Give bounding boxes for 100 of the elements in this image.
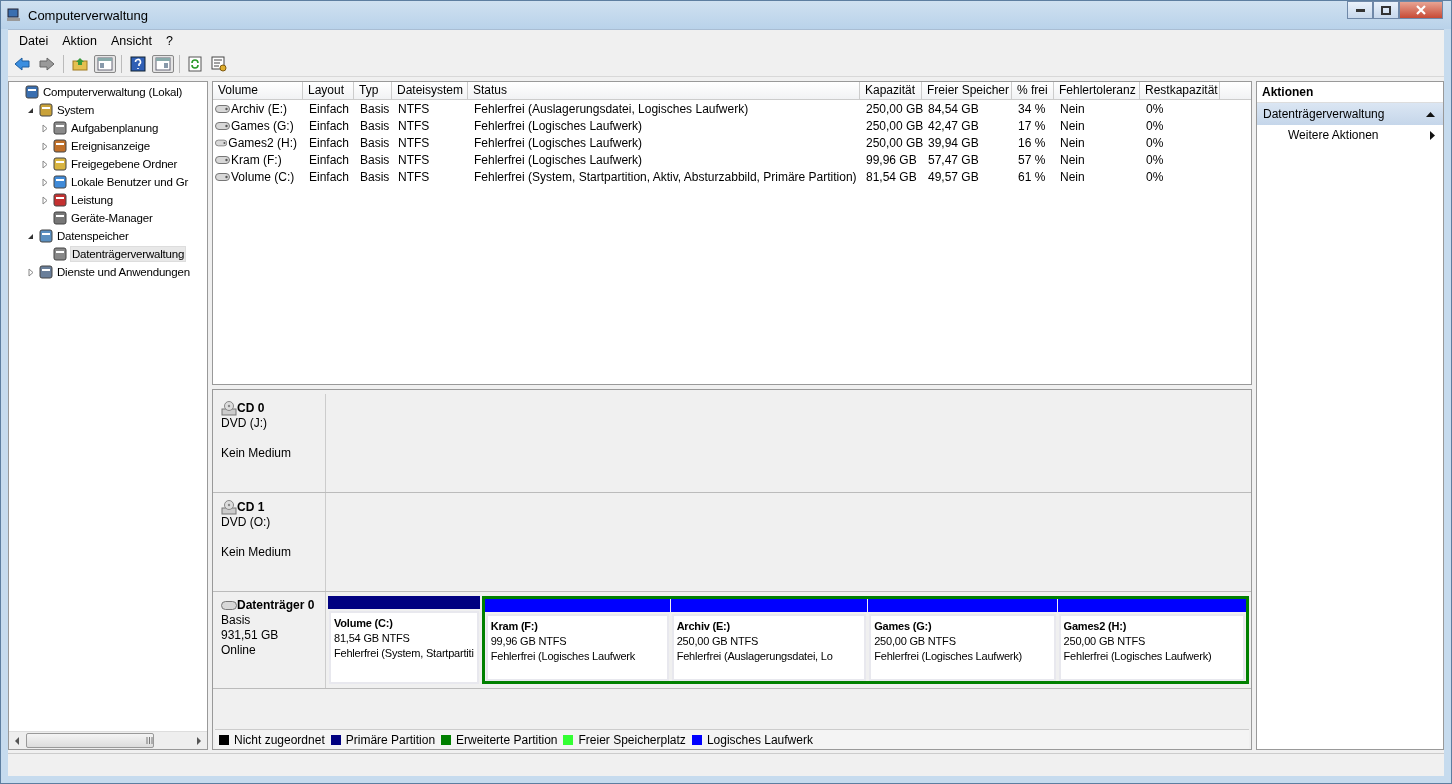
disk-status: Online <box>221 643 257 658</box>
disk-type: DVD (J:) <box>221 416 268 431</box>
menu-item[interactable]: Aktion <box>55 32 104 50</box>
partition-status: Fehlerfrei (Auslagerungsdatei, Lo <box>676 649 834 664</box>
partition-size: 250,00 GB NTFS <box>1063 634 1147 649</box>
properties-icon[interactable] <box>208 54 230 74</box>
partition-size: 99,96 GB NTFS <box>490 634 568 649</box>
legend-label: Erweiterte Partition <box>456 732 558 747</box>
horizontal-scrollbar[interactable] <box>9 731 207 749</box>
tree-item[interactable]: Datenträgerverwaltung <box>70 246 187 262</box>
pane-toggle-icon[interactable] <box>94 55 116 73</box>
tree-node-icon <box>52 120 68 136</box>
tree-node-icon <box>38 264 54 280</box>
minimize-icon <box>1355 8 1365 12</box>
menu-item[interactable]: Datei <box>12 32 56 50</box>
scroll-right-icon[interactable] <box>196 736 201 745</box>
tree-item[interactable]: Dienste und Anwendungen <box>56 265 191 279</box>
table-cell-text: 39,94 GB <box>927 135 980 150</box>
tree-item[interactable]: Leistung <box>70 193 114 207</box>
computer-icon <box>6 7 22 23</box>
column-header[interactable]: Status <box>468 82 860 99</box>
actions-section-header[interactable]: Datenträgerverwaltung <box>1257 103 1443 125</box>
tree-node-icon <box>38 228 54 244</box>
tree-item[interactable]: Ereignisanzeige <box>70 139 151 153</box>
table-cell-text: NTFS <box>397 169 431 184</box>
close-button[interactable] <box>1399 1 1443 19</box>
column-header[interactable]: Layout <box>303 82 354 99</box>
partition-status: Fehlerfrei (System, Startpartiti <box>334 646 474 661</box>
table-cell-text: Fehlerfrei (Logisches Laufwerk) <box>473 118 644 133</box>
partition-status: Fehlerfrei (Logisches Laufwerk) <box>1063 649 1213 664</box>
table-cell-text: 17 % <box>1017 118 1047 133</box>
action-item[interactable]: Weitere Aktionen <box>1257 125 1443 145</box>
drive-icon <box>215 104 230 113</box>
tree-item[interactable]: Datenspeicher <box>56 229 130 243</box>
table-cell: Games2 (H:) <box>228 135 297 150</box>
tree-item[interactable]: Aufgabenplanung <box>70 121 160 135</box>
table-cell-text: NTFS <box>397 101 431 116</box>
refresh-icon[interactable] <box>185 54 205 74</box>
tree-item[interactable]: System <box>56 103 96 117</box>
column-header[interactable]: Volume <box>213 82 303 99</box>
partition-status: Fehlerfrei (Logisches Laufwerk) <box>874 649 1024 664</box>
table-cell-text: Einfach <box>308 169 351 184</box>
table-cell-text: 0% <box>1145 135 1165 150</box>
table-cell-text: Basis <box>359 169 391 184</box>
tree-node-icon <box>24 84 40 100</box>
folder-up-icon[interactable] <box>69 55 91 73</box>
table-cell-text: 16 % <box>1017 135 1047 150</box>
column-header[interactable]: Restkapazität <box>1140 82 1220 99</box>
collapsed-arrow-icon[interactable] <box>41 195 48 205</box>
tree-node-icon <box>52 246 68 262</box>
expanded-arrow-icon[interactable] <box>27 106 34 114</box>
help-icon[interactable] <box>127 54 149 74</box>
column-header[interactable]: Fehlertoleranz <box>1054 82 1140 99</box>
table-cell-text: Nein <box>1059 135 1086 150</box>
table-cell-text: 57,47 GB <box>927 152 980 167</box>
tree-item[interactable]: Computerverwaltung (Lokal) <box>42 85 184 99</box>
tree-node-icon <box>52 174 68 190</box>
table-cell-text: Nein <box>1059 118 1086 133</box>
column-header[interactable]: Freier Speicher <box>922 82 1012 99</box>
scroll-left-icon[interactable] <box>15 736 20 745</box>
table-cell-text: Einfach <box>308 152 351 167</box>
table-cell-text: Basis <box>359 118 391 133</box>
pane-toggle-icon[interactable] <box>152 55 174 73</box>
expanded-arrow-icon[interactable] <box>27 232 34 240</box>
menu-item[interactable]: ? <box>158 32 180 50</box>
partition-name: Archiv (E:) <box>676 619 732 634</box>
table-cell-text: Basis <box>359 152 391 167</box>
minimize-button[interactable] <box>1347 1 1373 19</box>
scrollbar-thumb[interactable] <box>26 733 154 748</box>
menu-item[interactable]: Ansicht <box>103 32 159 50</box>
collapsed-arrow-icon[interactable] <box>41 177 48 187</box>
tree-node-icon <box>52 192 68 208</box>
collapsed-arrow-icon[interactable] <box>27 267 34 277</box>
table-cell-text: 57 % <box>1017 152 1047 167</box>
table-cell-text: 84,54 GB <box>927 101 980 116</box>
partition-name: Games2 (H:) <box>1063 619 1128 634</box>
collapsed-arrow-icon[interactable] <box>41 159 48 169</box>
tree-item[interactable]: Lokale Benutzer und Gr <box>70 175 190 189</box>
disk-status: Kein Medium <box>221 545 293 560</box>
column-header[interactable]: Dateisystem <box>392 82 468 99</box>
table-cell-text: 250,00 GB <box>865 118 922 133</box>
table-cell-text: 42,47 GB <box>927 118 980 133</box>
tree-item[interactable]: Freigegebene Ordner <box>70 157 179 171</box>
column-header[interactable]: Typ <box>354 82 392 99</box>
legend-label: Nicht zugeordnet <box>234 732 325 747</box>
table-cell-text: Einfach <box>308 135 351 150</box>
maximize-button[interactable] <box>1373 1 1399 19</box>
partition-size: 81,54 GB NTFS <box>334 631 411 646</box>
table-cell-text: Einfach <box>308 118 351 133</box>
table-cell-text: 250,00 GB <box>865 101 922 116</box>
collapsed-arrow-icon[interactable] <box>41 141 48 151</box>
collapsed-arrow-icon[interactable] <box>41 123 48 133</box>
tree-item[interactable]: Geräte-Manager <box>70 211 154 225</box>
table-cell-text: Nein <box>1059 169 1086 184</box>
table-cell-text: 99,96 GB <box>865 152 918 167</box>
table-cell-text: 49,57 GB <box>927 169 980 184</box>
column-header[interactable]: % frei <box>1012 82 1054 99</box>
table-cell-text: 250,00 GB <box>865 135 922 150</box>
disk-type: DVD (O:) <box>221 515 272 530</box>
column-header[interactable]: Kapazität <box>860 82 922 99</box>
